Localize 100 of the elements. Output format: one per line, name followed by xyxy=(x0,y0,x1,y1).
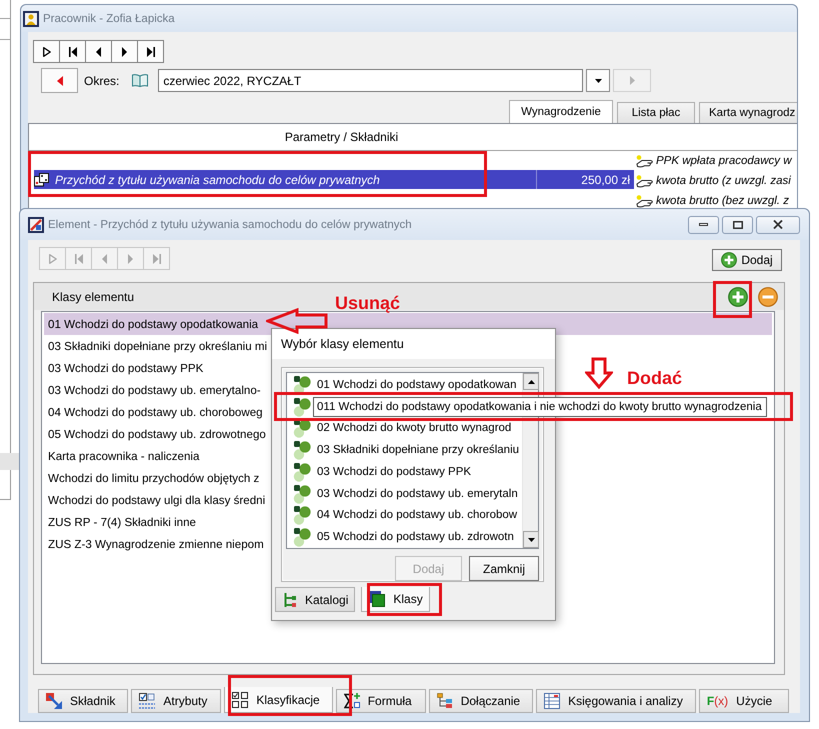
first-button[interactable] xyxy=(59,40,86,63)
dialog-title: Wybór klasy elementu xyxy=(272,329,555,359)
caret-down-icon xyxy=(528,538,534,542)
value-label: kwota brutto (z uwzgl. zasi xyxy=(656,175,791,187)
tab[interactable]: Klasy xyxy=(361,587,430,612)
list-item[interactable]: 03 Wchodzi do podstawy ub. emerytaln xyxy=(287,482,522,504)
hand-icon xyxy=(636,194,654,208)
dots-cluster-icon xyxy=(293,462,311,482)
tab[interactable]: Składnik xyxy=(38,689,128,713)
list-item[interactable]: Wchodzi do limitu przychodów objętych z xyxy=(44,467,264,489)
dots-cluster-icon xyxy=(293,374,311,395)
tab[interactable]: Atrybuty xyxy=(131,689,222,713)
skip-forward-icon xyxy=(152,254,160,264)
triangle-left-icon xyxy=(102,254,107,264)
item-label: 03 Wchodzi do podstawy ub. emerytaln xyxy=(317,488,518,500)
scroll-down-button[interactable] xyxy=(523,531,539,548)
triangle-left-icon xyxy=(96,46,101,56)
add-class-button[interactable] xyxy=(728,286,748,306)
item-label: 04 Wchodzi do podstawy ub. chorobow xyxy=(317,509,518,522)
triangle-right-icon xyxy=(630,76,635,85)
dropdown-button[interactable] xyxy=(586,69,610,92)
list-item[interactable]: 04 Wchodzi do podstawy ub. chorobow xyxy=(287,504,522,526)
minimize-button[interactable] xyxy=(688,216,719,234)
list-item[interactable]: 05 Wchodzi do podstawy ub. zdrowotn xyxy=(287,526,522,548)
previous-button[interactable] xyxy=(85,40,112,63)
dots-cluster-icon xyxy=(293,418,311,438)
list-item[interactable]: 04 Wchodzi do podstawy ub. choroboweg xyxy=(44,401,267,423)
close-button[interactable] xyxy=(756,216,800,234)
tab-label: Składnik xyxy=(70,694,116,708)
outline-triangle-icon xyxy=(42,46,50,56)
next-button[interactable] xyxy=(111,40,138,63)
checkbox-grid-icon xyxy=(232,692,248,708)
item-label: 03 Wchodzi do podstawy PPK xyxy=(317,466,472,478)
app-icon xyxy=(23,10,39,26)
period-combo[interactable]: czerwiec 2022, RYCZAŁT xyxy=(158,69,584,92)
column-header: Parametry / Składniki xyxy=(284,130,398,144)
maximize-button[interactable] xyxy=(722,216,753,234)
list-item[interactable]: ZUS Z-3 Wynagrodzenie zmienne niepom xyxy=(44,533,268,555)
tab[interactable]: Klasyfikacje xyxy=(224,687,333,713)
plus-icon xyxy=(721,252,738,268)
tab-label: Dołączanie xyxy=(460,694,520,708)
caret-down-icon xyxy=(594,78,602,82)
caret-up-icon xyxy=(528,380,534,384)
tab[interactable]: Katalogi xyxy=(275,587,356,612)
arrows-icon xyxy=(46,693,62,709)
tab[interactable]: Karta wynagrodz xyxy=(699,102,798,123)
dialog-button[interactable]: Zamknij xyxy=(468,556,539,581)
list-item[interactable]: 01 Wchodzi do podstawy opodatkowan xyxy=(287,374,522,396)
tab-label: Klasyfikacje xyxy=(256,692,320,706)
remove-class-button[interactable] xyxy=(758,286,778,306)
tab[interactable]: Wynagrodzenie xyxy=(509,100,613,123)
list-item[interactable]: ZUS RP - 7(4) Składniki inne xyxy=(44,511,200,533)
tab-label: Atrybuty xyxy=(163,694,208,708)
list-item[interactable]: Karta pracownika - naliczenia xyxy=(44,445,204,467)
outline-triangle-icon xyxy=(48,254,56,264)
list-item[interactable]: 03 Składniki dopełniane przy określaniu mi xyxy=(44,335,272,357)
list-item[interactable]: 02 Wchodzi do kwoty brutto wynagrod xyxy=(287,418,522,440)
list-item[interactable]: Wchodzi do podstawy ulgi dla klasy średni xyxy=(44,489,270,511)
tab-label: Użycie xyxy=(736,694,772,708)
plus-icon xyxy=(728,286,748,306)
item-label: 01 Wchodzi do podstawy opodatkowan xyxy=(317,378,516,391)
list-item[interactable]: 03 Wchodzi do podstawy PPK xyxy=(287,461,522,483)
tab[interactable]: Księgowania i analizy xyxy=(536,689,696,713)
tab[interactable]: Lista płac xyxy=(617,102,695,123)
tab[interactable]: F(x) Użycie xyxy=(698,689,789,713)
tab[interactable]: Dołączanie xyxy=(428,689,534,713)
skip-back-icon xyxy=(74,254,82,264)
list-item[interactable]: 03 Wchodzi do podstawy PPK xyxy=(44,357,208,379)
tab-label: Formuła xyxy=(368,694,412,708)
value-label: PPK wpłata pracodawcy w xyxy=(656,155,792,167)
window-title: Pracownik - Zofia Łapicka xyxy=(43,12,176,24)
panel-title: Klasy elementu xyxy=(52,290,136,304)
dots-cluster-icon xyxy=(293,505,311,526)
list-item[interactable]: 03 Wchodzi do podstawy ub. emerytalno- xyxy=(44,379,265,401)
dots-cluster-icon xyxy=(293,484,311,504)
last-button[interactable] xyxy=(137,40,164,63)
annotation-label: Usunąć xyxy=(335,292,400,314)
back-button[interactable] xyxy=(41,68,78,93)
table-icon xyxy=(544,693,560,709)
book-icon xyxy=(132,74,148,87)
minus-icon xyxy=(758,286,778,306)
triangle-right-icon xyxy=(122,46,127,56)
scroll-up-button[interactable] xyxy=(523,373,539,390)
function-icon: F(x) xyxy=(706,695,728,707)
dots-cluster-icon xyxy=(293,440,311,460)
row-name: Przychód z tytułu używania samochodu do celów prywatnych xyxy=(54,172,381,186)
minimize-icon xyxy=(699,223,708,226)
dice-icon xyxy=(34,172,49,186)
item-label: 03 Składniki dopełniane przy określaniu xyxy=(317,444,520,456)
list-item[interactable]: 03 Składniki dopełniane przy określaniu xyxy=(287,439,522,461)
list-item[interactable]: 05 Wchodzi do podstawy ub. zdrowotnego xyxy=(44,423,270,445)
add-button[interactable]: Dodaj xyxy=(712,249,782,271)
tab[interactable]: Formuła xyxy=(336,689,426,713)
field-label: Okres: xyxy=(84,74,120,88)
table-row[interactable]: Przychód z tytułu używania samochodu do celów prywatnych 250,00 zł xyxy=(34,170,634,189)
tab-label: Katalogi xyxy=(305,592,348,606)
new-button[interactable] xyxy=(33,40,60,63)
window-title: Element - Przychód z tytułu używania samochodu do celów prywatnych xyxy=(48,218,413,230)
hierarchy-icon xyxy=(436,693,453,709)
triangle-left-icon xyxy=(56,76,62,86)
